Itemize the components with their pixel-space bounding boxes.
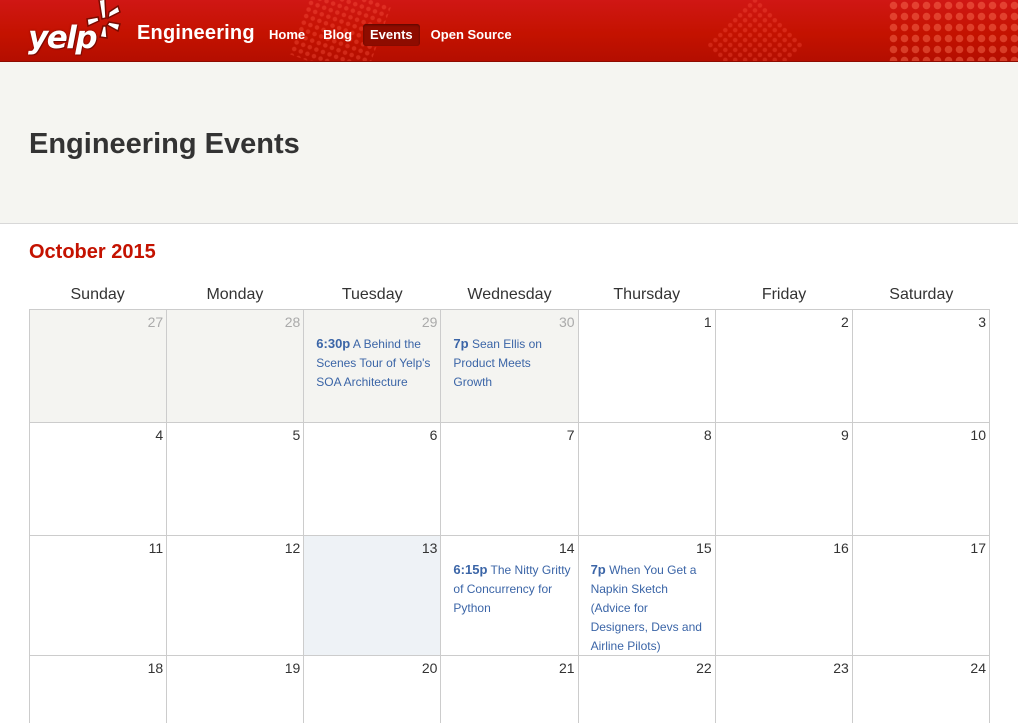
event-time: 7p bbox=[590, 562, 606, 577]
calendar-week-row: 18 19 20 21 22 23 24 bbox=[29, 655, 990, 723]
calendar-day-cell: 30 7p Sean Ellis on Product Meets Growth bbox=[441, 310, 579, 422]
calendar-day-cell: 12 bbox=[167, 536, 305, 655]
day-number: 23 bbox=[833, 660, 849, 676]
yelp-burst-icon bbox=[86, 0, 121, 39]
calendar-day-cell: 23 bbox=[716, 656, 853, 723]
calendar-day-cell: 17 bbox=[853, 536, 990, 655]
nav-open-source[interactable]: Open Source bbox=[424, 24, 519, 46]
calendar-month-title: October 2015 bbox=[29, 241, 156, 263]
main-nav: Home Blog Events Open Source bbox=[262, 24, 523, 46]
day-number: 1 bbox=[703, 314, 712, 330]
calendar-day-cell: 29 6:30p A Behind the Scenes Tour of Yelp… bbox=[304, 310, 442, 422]
calendar-day-cell: 2 bbox=[716, 310, 853, 422]
weekday-label: Sunday bbox=[70, 286, 125, 303]
calendar-day-cell: 28 bbox=[167, 310, 305, 422]
calendar-day-cell: 4 bbox=[29, 423, 168, 535]
day-number: 11 bbox=[148, 540, 164, 556]
day-number: 13 bbox=[421, 540, 438, 556]
day-number: 29 bbox=[421, 314, 438, 330]
day-number: 16 bbox=[833, 540, 849, 556]
day-number: 9 bbox=[841, 427, 849, 443]
day-number: 5 bbox=[292, 427, 301, 443]
calendar-day-cell: 7 bbox=[441, 423, 579, 535]
day-number: 22 bbox=[696, 660, 712, 676]
day-number: 14 bbox=[558, 540, 575, 556]
day-number: 20 bbox=[421, 660, 438, 676]
calendar-day-cell: 8 bbox=[579, 423, 716, 535]
header-pattern bbox=[705, 0, 805, 61]
site-name[interactable]: Engineering bbox=[137, 22, 255, 45]
calendar-day-cell: 27 bbox=[29, 310, 168, 422]
day-number: 10 bbox=[970, 427, 986, 443]
event-time: 6:30p bbox=[316, 336, 351, 351]
day-number: 3 bbox=[978, 314, 986, 330]
calendar-grid: 27 28 29 6:30p A Behind the Scenes Tour of … bbox=[29, 309, 990, 723]
weekday-header: Sunday Monday Tuesday Wednesday Thursday… bbox=[29, 281, 990, 309]
calendar-event-link[interactable]: 6:30p A Behind the Scenes Tour of Yelp's… bbox=[316, 334, 434, 392]
day-number: 28 bbox=[284, 314, 301, 330]
calendar-day-cell: 3 bbox=[853, 310, 990, 422]
page-hero: Engineering Events bbox=[0, 62, 1018, 224]
calendar-event-link[interactable]: 7p Sean Ellis on Product Meets Growth bbox=[453, 334, 571, 392]
calendar-day-cell: 18 bbox=[29, 656, 168, 723]
day-number: 21 bbox=[558, 660, 575, 676]
nav-home[interactable]: Home bbox=[262, 24, 312, 46]
nav-blog[interactable]: Blog bbox=[316, 24, 359, 46]
day-number: 8 bbox=[703, 427, 712, 443]
calendar-day-cell: 10 bbox=[853, 423, 990, 535]
day-number: 18 bbox=[147, 660, 164, 676]
calendar-day-cell: 21 bbox=[441, 656, 579, 723]
day-number: 27 bbox=[147, 314, 164, 330]
header-dots-pattern bbox=[888, 0, 1018, 61]
calendar-event-link[interactable]: 6:15p The Nitty Gritty of Concurrency fo… bbox=[453, 560, 571, 618]
calendar-day-cell: 19 bbox=[167, 656, 305, 723]
events-calendar: Sunday Monday Tuesday Wednesday Thursday… bbox=[29, 281, 990, 723]
day-number: 30 bbox=[558, 314, 575, 330]
calendar-day-cell: 14 6:15p The Nitty Gritty of Concurrency … bbox=[441, 536, 579, 655]
event-title: When You Get a Napkin Sketch (Advice for… bbox=[590, 563, 702, 653]
calendar-day-cell: 11 bbox=[29, 536, 168, 655]
nav-events[interactable]: Events bbox=[363, 24, 420, 46]
day-number: 19 bbox=[284, 660, 301, 676]
calendar-day-cell: 9 bbox=[716, 423, 853, 535]
calendar-day-cell: 1 bbox=[579, 310, 716, 422]
day-number: 15 bbox=[696, 540, 712, 556]
calendar-day-cell: 24 bbox=[853, 656, 990, 723]
calendar-week-row: 4 5 6 7 8 9 10 bbox=[29, 422, 990, 535]
weekday-label: Tuesday bbox=[341, 286, 403, 303]
weekday-label: Friday bbox=[761, 286, 807, 303]
weekday-label: Thursday bbox=[613, 286, 681, 303]
calendar-day-cell: 5 bbox=[167, 423, 305, 535]
calendar-week-row: 11 12 13 14 6:15p The Nitty Gritty of Concur… bbox=[29, 535, 990, 655]
event-time: 6:15p bbox=[453, 562, 488, 577]
weekday-label: Saturday bbox=[889, 286, 954, 303]
day-number: 24 bbox=[970, 660, 986, 676]
calendar-event-link[interactable]: 7p When You Get a Napkin Sketch (Advice … bbox=[591, 560, 709, 656]
calendar-day-cell: 13 bbox=[304, 536, 442, 655]
calendar-day-cell: 22 bbox=[579, 656, 716, 723]
calendar-week-row: 27 28 29 6:30p A Behind the Scenes Tour of … bbox=[29, 309, 990, 422]
calendar-day-cell: 20 bbox=[304, 656, 442, 723]
calendar-day-cell: 6 bbox=[304, 423, 442, 535]
page-title: Engineering Events bbox=[29, 128, 300, 160]
weekday-label: Monday bbox=[206, 286, 264, 303]
day-number: 4 bbox=[155, 427, 164, 443]
day-number: 2 bbox=[841, 314, 849, 330]
top-navigation-bar: yelp Engineering Home Blog Events Open S… bbox=[0, 0, 1018, 62]
weekday-label: Wednesday bbox=[467, 286, 552, 303]
calendar-day-cell: 15 7p When You Get a Napkin Sketch (Advic… bbox=[579, 536, 716, 655]
event-time: 7p bbox=[453, 336, 469, 351]
day-number: 7 bbox=[566, 427, 575, 443]
day-number: 6 bbox=[429, 427, 438, 443]
day-number: 12 bbox=[284, 540, 301, 556]
calendar-day-cell: 16 bbox=[716, 536, 853, 655]
day-number: 17 bbox=[970, 540, 986, 556]
